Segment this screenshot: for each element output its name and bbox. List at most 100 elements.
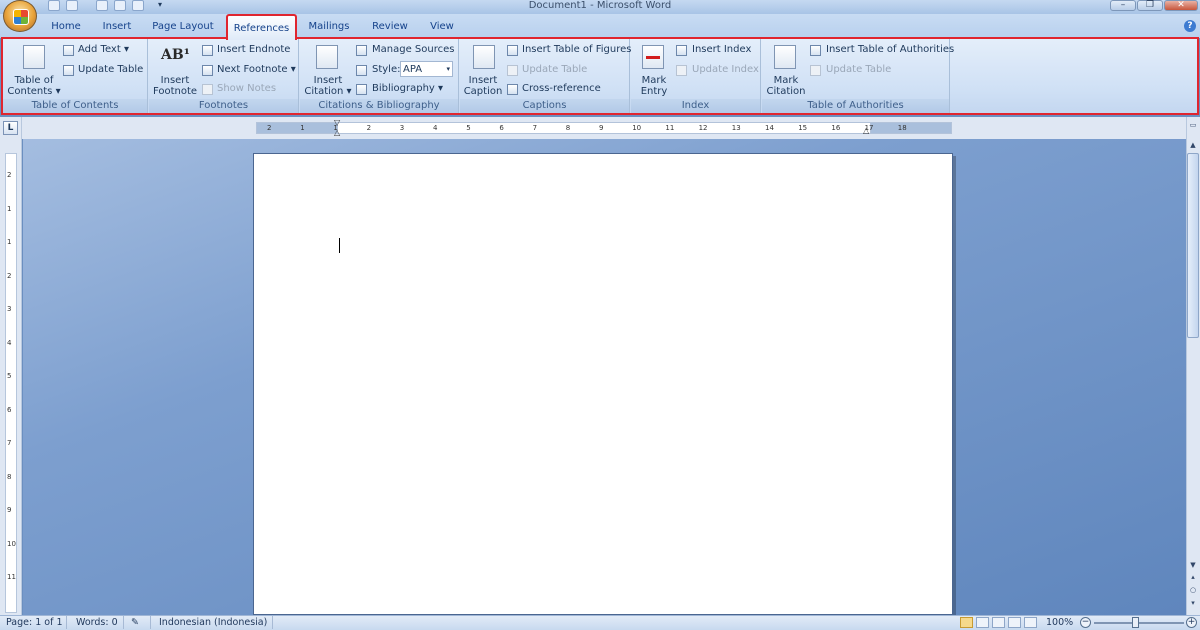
update-table-figures-button[interactable]: Update Table <box>522 64 587 76</box>
scroll-down-icon[interactable]: ▼ <box>1187 560 1199 571</box>
text-cursor <box>339 238 340 253</box>
ruler-tick-label: 5 <box>466 124 471 132</box>
minimize-button[interactable]: – <box>1110 0 1136 11</box>
next-page-icon[interactable]: ▾ <box>1187 598 1199 609</box>
mark-citation-line1: Mark <box>773 75 799 86</box>
group-citations-bibliography: Insert Citation ▾ Manage Sources Style: A… <box>300 39 459 113</box>
draft-view-icon[interactable] <box>1024 617 1037 628</box>
ruler-tick-label: 14 <box>765 124 774 132</box>
language-indicator[interactable]: Indonesian (Indonesia) <box>159 617 267 629</box>
print-preview-icon[interactable] <box>132 0 144 11</box>
select-browse-object-icon[interactable]: ○ <box>1187 585 1199 596</box>
new-document-icon[interactable] <box>114 0 126 11</box>
add-text-button[interactable]: Add Text ▾ <box>78 44 129 56</box>
web-layout-icon[interactable] <box>992 617 1005 628</box>
group-table-of-contents: Table of Contents ▾ Add Text ▾ Update Tab… <box>3 39 148 113</box>
close-button[interactable]: ✕ <box>1164 0 1198 11</box>
ruler-tick-label: 5 <box>7 372 12 380</box>
help-icon[interactable]: ? <box>1184 20 1196 32</box>
hanging-indent-icon[interactable]: △ <box>334 129 342 137</box>
citation-line1: Insert <box>313 75 343 86</box>
zoom-out-icon[interactable]: − <box>1080 617 1091 628</box>
chevron-down-icon: ▾ <box>446 65 450 73</box>
bibliography-button[interactable]: Bibliography ▾ <box>372 83 443 95</box>
manage-sources-button[interactable]: Manage Sources <box>372 44 454 56</box>
ruler-tick-label: 11 <box>665 124 675 132</box>
insert-table-of-figures-icon <box>507 45 518 56</box>
insert-table-of-authorities-button[interactable]: Insert Table of Authorities <box>826 44 954 56</box>
scrollbar-thumb[interactable] <box>1187 153 1199 338</box>
group-label: Table of Contents <box>3 99 147 113</box>
tab-view[interactable]: View <box>426 14 458 38</box>
zoom-slider-track[interactable] <box>1094 622 1184 624</box>
tab-references[interactable]: References <box>226 14 297 40</box>
previous-page-icon[interactable]: ▴ <box>1187 572 1199 583</box>
zoom-slider-thumb[interactable] <box>1132 617 1139 628</box>
save-icon[interactable] <box>48 0 60 11</box>
office-button[interactable] <box>3 0 37 32</box>
window-title: Document1 - Microsoft Word <box>528 0 672 11</box>
status-divider <box>123 616 124 629</box>
insert-citation-button[interactable]: Insert Citation ▾ <box>302 75 354 97</box>
group-label: Citations & Bibliography <box>300 99 458 113</box>
first-line-indent-icon[interactable]: ▽ <box>334 119 342 127</box>
proofing-icon[interactable]: ✎ <box>131 617 139 629</box>
ruler-tick-label: 18 <box>897 124 907 132</box>
tab-mailings[interactable]: Mailings <box>305 14 353 38</box>
full-screen-reading-icon[interactable] <box>976 617 989 628</box>
insert-caption-button[interactable]: Insert Caption <box>462 75 504 97</box>
ruler-tick-label: 7 <box>532 124 538 132</box>
ruler-tick-label: 8 <box>7 472 12 481</box>
show-notes-button[interactable]: Show Notes <box>217 83 276 95</box>
ruler-tick-label: 6 <box>7 405 12 414</box>
word-count[interactable]: Words: 0 <box>76 617 118 629</box>
restore-button[interactable]: ❐ <box>1137 0 1163 11</box>
ruler-tick-label: 2 <box>7 171 12 179</box>
insert-footnote-button[interactable]: Insert Footnote <box>151 75 199 97</box>
view-ruler-icon[interactable]: ▭ <box>1187 120 1199 131</box>
tab-insert[interactable]: Insert <box>99 14 135 38</box>
toc-line1: Table of <box>14 75 54 86</box>
insert-endnote-icon <box>202 45 213 56</box>
update-index-button[interactable]: Update Index <box>692 64 759 76</box>
insert-footnote-icon: AB¹ <box>161 47 190 63</box>
manage-sources-icon <box>356 45 367 56</box>
update-table-button[interactable]: Update Table <box>78 64 143 76</box>
document-page[interactable] <box>253 153 953 615</box>
mark-citation-button[interactable]: Mark Citation <box>764 75 808 97</box>
status-divider <box>66 616 67 629</box>
tab-page-layout[interactable]: Page Layout <box>150 14 216 38</box>
zoom-level[interactable]: 100% <box>1046 617 1073 629</box>
ruler-tick-label: 11 <box>7 573 16 581</box>
table-of-contents-button[interactable]: Table of Contents ▾ <box>5 75 63 97</box>
tab-review[interactable]: Review <box>369 14 411 38</box>
group-table-of-authorities: Mark Citation Insert Table of Authorities… <box>762 39 954 113</box>
style-dropdown[interactable]: APA ▾ <box>400 61 453 77</box>
cross-reference-button[interactable]: Cross-reference <box>522 83 601 95</box>
ruler-tick-label: 4 <box>7 338 12 347</box>
tab-home[interactable]: Home <box>48 14 84 38</box>
print-layout-view-icon[interactable] <box>960 617 973 628</box>
scroll-up-icon[interactable]: ▲ <box>1187 140 1199 151</box>
tab-selector-button[interactable]: L <box>3 121 18 135</box>
next-footnote-icon <box>202 65 213 76</box>
caption-line1: Insert <box>468 75 498 86</box>
undo-icon[interactable] <box>66 0 78 11</box>
ruler-tick-label: 2 <box>366 124 372 132</box>
cross-reference-icon <box>507 84 518 95</box>
zoom-in-icon[interactable]: + <box>1186 617 1197 628</box>
horizontal-ruler-ticks: 2 1 1 2 3 4 5 6 7 8 9 10 11 12 13 14 15 16 17 18 <box>256 122 952 134</box>
outline-view-icon[interactable] <box>1008 617 1021 628</box>
update-table-authorities-button[interactable]: Update Table <box>826 64 891 76</box>
mark-entry-button[interactable]: Mark Entry <box>633 75 675 97</box>
next-footnote-button[interactable]: Next Footnote ▾ <box>217 64 296 76</box>
page-count[interactable]: Page: 1 of 1 <box>6 617 63 629</box>
group-label: Footnotes <box>149 99 298 113</box>
customize-qat-icon[interactable]: ▾ <box>158 0 166 11</box>
insert-table-of-figures-button[interactable]: Insert Table of Figures <box>522 44 631 56</box>
redo-icon[interactable] <box>96 0 108 11</box>
right-indent-icon[interactable]: △ <box>863 127 871 135</box>
insert-endnote-button[interactable]: Insert Endnote <box>217 44 290 56</box>
insert-index-button[interactable]: Insert Index <box>692 44 751 56</box>
insert-index-icon <box>676 45 687 56</box>
